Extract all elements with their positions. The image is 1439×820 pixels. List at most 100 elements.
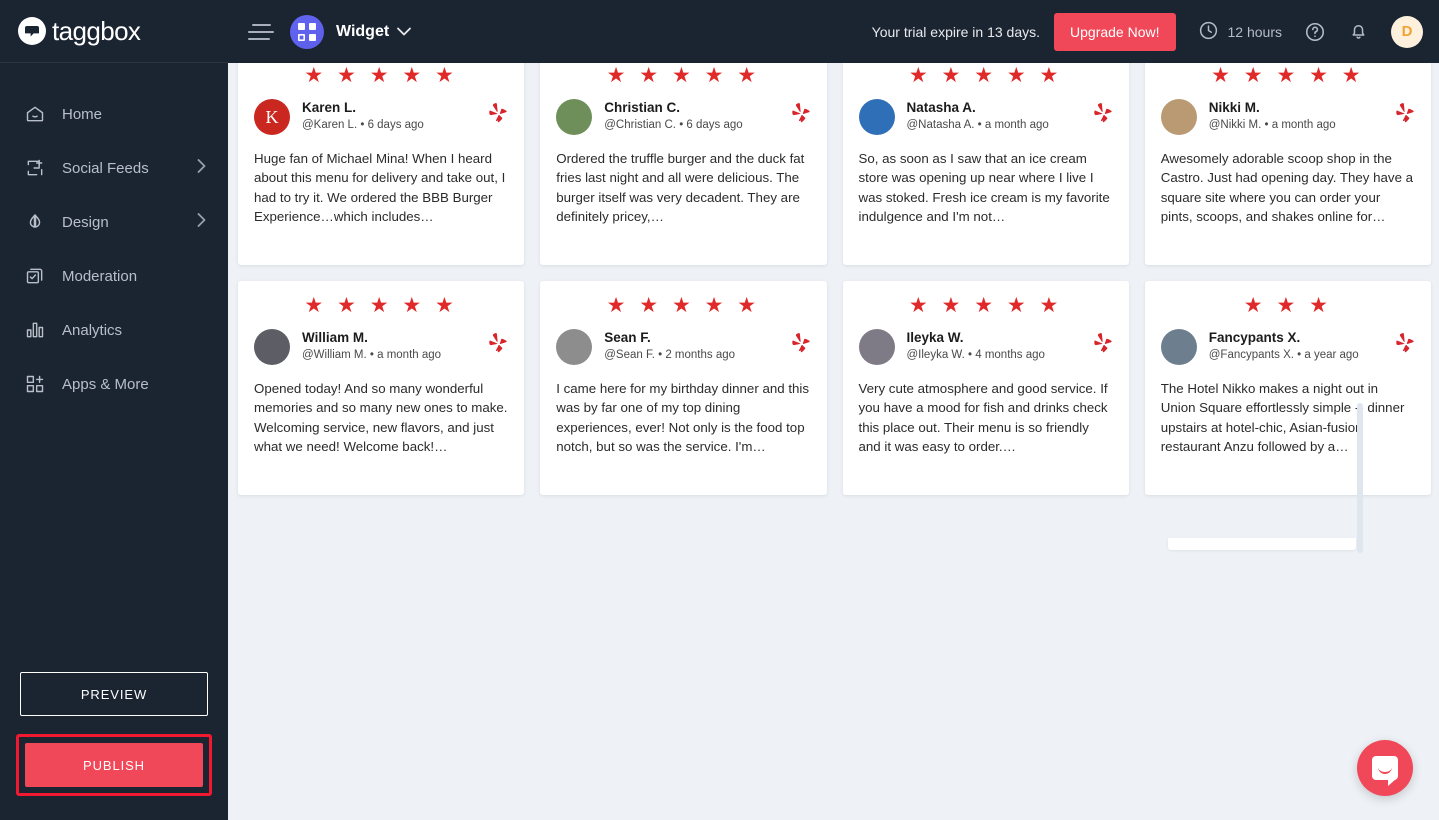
reviewer-meta: @Natasha A. • a month ago <box>906 119 1049 132</box>
review-header: K Karen L. @Karen L. • 6 days ago <box>254 99 508 135</box>
rating-stars: ★ ★ ★ ★ ★ <box>606 294 761 317</box>
yelp-icon <box>791 332 811 362</box>
reviewer-meta: @William M. • a month ago <box>302 349 442 362</box>
sidebar: taggbox Home Social Feeds Design Moderat… <box>0 0 228 820</box>
sidebar-item-label: Social Feeds <box>62 159 149 177</box>
home-icon <box>24 103 46 125</box>
reviewer-meta: @Ileyka W. • 4 months ago <box>906 349 1045 362</box>
card-overlay-strip <box>1168 538 1356 550</box>
help-circle-icon[interactable] <box>1304 21 1326 43</box>
sidebar-item-label: Moderation <box>62 267 138 285</box>
trial-status-text: Your trial expire in 13 days. <box>871 23 1041 40</box>
reviewer-name: Fancypants X. <box>1208 330 1301 346</box>
review-card[interactable]: ★ ★ ★ ★ ★ William M. @William M. • a month… <box>238 281 525 495</box>
reviewer-meta: @Nikki M. • a month ago <box>1208 119 1336 132</box>
review-header: Christian C. @Christian C. • 6 days ago <box>556 99 810 135</box>
publish-button[interactable]: PUBLISH <box>25 743 203 787</box>
main-area: Widget Your trial expire in 13 days. Upg… <box>228 0 1439 820</box>
hours-indicator[interactable]: 12 hours <box>1198 20 1282 44</box>
rating-stars: ★ ★ ★ ★ ★ <box>606 64 761 87</box>
sidebar-item-label: Home <box>62 105 103 123</box>
hours-text: 12 hours <box>1227 23 1282 40</box>
reviews-grid: ★ ★ ★ ★ ★ K Karen L. @Karen L. • 6 days ago… <box>236 63 1431 495</box>
avatar <box>858 329 895 365</box>
review-card[interactable]: ★ ★ ★ ★ ★ K Karen L. @Karen L. • 6 days ago… <box>238 63 525 265</box>
review-card[interactable]: ★ ★ ★ ★ ★ Natasha A. @Natasha A. • a month… <box>842 63 1129 265</box>
moderation-icon <box>24 265 46 287</box>
review-header: William M. @William M. • a month ago <box>254 329 508 365</box>
bar-chart-icon <box>24 319 46 341</box>
yelp-icon <box>1395 332 1415 362</box>
review-header: Sean F. @Sean F. • 2 months ago <box>556 329 810 365</box>
rating-stars: ★ ★ ★ ★ ★ <box>908 64 1063 87</box>
reviewer-name: Nikki M. <box>1208 100 1260 116</box>
reviewer-name: William M. <box>302 330 368 346</box>
preview-button[interactable]: PREVIEW <box>20 672 208 716</box>
review-card[interactable]: ★ ★ ★ ★ ★ Christian C. @Christian C. • 6 d… <box>540 63 827 265</box>
review-header: Nikki M. @Nikki M. • a month ago <box>1160 99 1415 135</box>
avatar <box>556 329 593 365</box>
review-text: The Hotel Nikko makes a night out in Uni… <box>1160 381 1405 454</box>
avatar: K <box>254 99 290 135</box>
sidebar-item-apps-more[interactable]: Apps & More <box>0 357 228 411</box>
topbar-right: Your trial expire in 13 days. Upgrade No… <box>871 12 1423 51</box>
review-text: Very cute atmosphere and good service. I… <box>858 381 1108 454</box>
avatar <box>1160 329 1197 365</box>
review-header: Ileyka W. @Ileyka W. • 4 months ago <box>858 329 1113 365</box>
yelp-icon <box>488 102 508 132</box>
avatar <box>556 99 593 135</box>
rating-stars: ★ ★ ★ ★ ★ <box>1211 64 1365 87</box>
sidebar-actions: PREVIEW PUBLISH <box>0 672 228 820</box>
review-text: I came here for my birthday dinner and t… <box>556 381 810 454</box>
avatar <box>1160 99 1197 135</box>
apps-grid-icon <box>24 373 46 395</box>
app-root: taggbox Home Social Feeds Design Moderat… <box>0 0 1439 820</box>
review-header: Fancypants X. @Fancypants X. • a year ago <box>1160 329 1415 365</box>
add-feed-icon <box>24 157 46 179</box>
chevron-right-icon <box>197 213 206 231</box>
publish-highlight-box: PUBLISH <box>16 734 212 796</box>
sidebar-item-design[interactable]: Design <box>0 195 228 249</box>
reviewer-meta: @Sean F. • 2 months ago <box>604 349 736 362</box>
review-card[interactable]: ★ ★ ★ ★ ★ Nikki M. @Nikki M. • a month ago… <box>1144 63 1431 265</box>
chevron-right-icon <box>197 159 206 177</box>
sidebar-item-social-feeds[interactable]: Social Feeds <box>0 141 228 195</box>
reviewer-name: Natasha A. <box>906 100 976 116</box>
droplet-icon <box>24 211 46 233</box>
review-text: Opened today! And so many wonderful memo… <box>254 381 508 454</box>
reviewer-name: Ileyka W. <box>906 330 964 346</box>
sidebar-item-analytics[interactable]: Analytics <box>0 303 228 357</box>
sidebar-item-label: Apps & More <box>62 375 149 393</box>
reviewer-name: Sean F. <box>604 330 651 346</box>
chevron-down-icon[interactable] <box>397 23 412 41</box>
sidebar-item-moderation[interactable]: Moderation <box>0 249 228 303</box>
review-card[interactable]: ★ ★ ★ ★ ★ Ileyka W. @Ileyka W. • 4 months … <box>842 281 1129 495</box>
review-text: Awesomely adorable scoop shop in the Cas… <box>1160 151 1414 224</box>
sidebar-item-label: Design <box>62 213 109 231</box>
taggbox-logo-icon <box>18 17 46 45</box>
upgrade-now-button[interactable]: Upgrade Now! <box>1054 12 1176 51</box>
topbar: Widget Your trial expire in 13 days. Upg… <box>228 0 1439 63</box>
yelp-icon <box>1093 332 1113 362</box>
rating-stars: ★ ★ ★ ★ ★ <box>304 64 458 87</box>
hamburger-icon[interactable] <box>248 19 274 45</box>
review-card[interactable]: ★ ★ ★ Fancypants X. @Fancypants X. • a yea… <box>1144 281 1431 495</box>
intercom-chat-icon[interactable] <box>1357 740 1413 796</box>
sidebar-item-label: Analytics <box>62 321 123 339</box>
yelp-icon <box>791 102 811 132</box>
widget-grid-icon <box>290 14 324 49</box>
review-text: So, as soon as I saw that an ice cream s… <box>858 151 1110 224</box>
widget-name[interactable]: Widget <box>336 23 389 41</box>
reviewer-meta: @Christian C. • 6 days ago <box>604 119 743 132</box>
bell-icon[interactable] <box>1348 21 1369 42</box>
review-card[interactable]: ★ ★ ★ ★ ★ Sean F. @Sean F. • 2 months ago I… <box>540 281 827 495</box>
avatar <box>858 99 895 135</box>
reviews-content: ★ ★ ★ ★ ★ K Karen L. @Karen L. • 6 days ago… <box>228 63 1439 820</box>
sidebar-nav: Home Social Feeds Design Moderation Anal… <box>0 87 228 411</box>
inner-scrollbar[interactable] <box>1357 403 1363 553</box>
reviewer-meta: @Fancypants X. • a year ago <box>1208 349 1359 362</box>
reviewer-name: Christian C. <box>604 100 681 116</box>
user-avatar[interactable]: D <box>1391 15 1423 48</box>
sidebar-item-home[interactable]: Home <box>0 87 228 141</box>
brand-logo[interactable]: taggbox <box>0 0 228 63</box>
